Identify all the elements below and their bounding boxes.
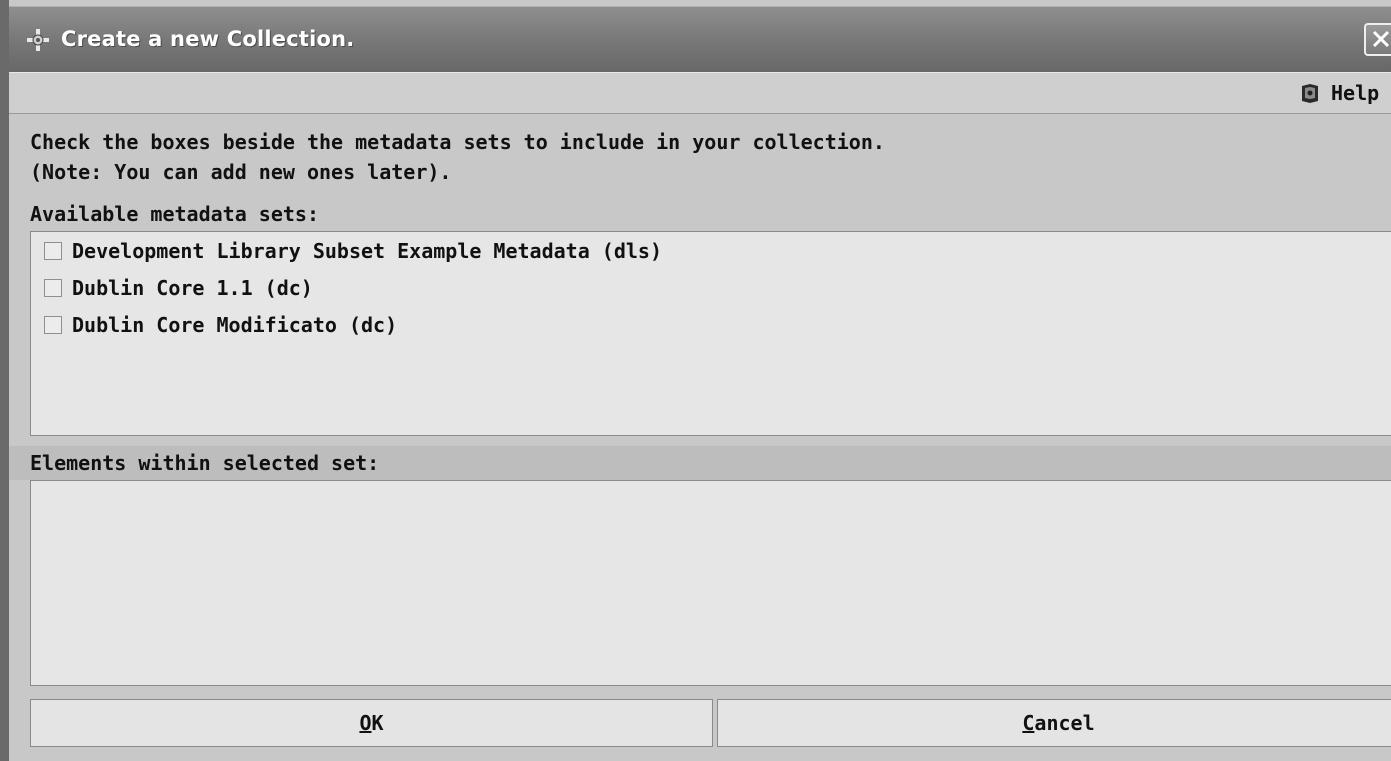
cancel-label-rest: ancel — [1034, 711, 1095, 735]
checkbox-dc-modificato[interactable] — [44, 315, 62, 334]
app-icon — [27, 29, 49, 51]
instructions-line-1: Check the boxes beside the metadata sets… — [30, 130, 885, 154]
list-item[interactable]: Development Library Subset Example Metad… — [31, 232, 1391, 269]
available-sets-list[interactable]: Development Library Subset Example Metad… — [30, 231, 1391, 436]
cancel-button[interactable]: Cancel — [717, 699, 1391, 747]
checkbox-dls[interactable] — [44, 241, 62, 260]
window-title: Create a new Collection. — [61, 27, 355, 51]
list-item-label: Development Library Subset Example Metad… — [72, 238, 663, 263]
help-bar: Help — [9, 72, 1391, 114]
list-item-label: Dublin Core Modificato (dc) — [72, 312, 398, 337]
close-button[interactable] — [1364, 23, 1391, 56]
create-collection-dialog: Create a new Collection. Help Check the … — [0, 0, 1391, 761]
instructions-text: Check the boxes beside the metadata sets… — [30, 127, 885, 187]
instructions-line-2: (Note: You can add new ones later). — [30, 160, 452, 184]
cancel-mnemonic: C — [1022, 711, 1035, 735]
elements-list[interactable] — [30, 480, 1391, 686]
ok-mnemonic: O — [359, 711, 372, 735]
list-item[interactable]: Dublin Core Modificato (dc) — [31, 306, 1391, 343]
list-item-label: Dublin Core 1.1 (dc) — [72, 275, 313, 300]
help-button[interactable]: Help — [1299, 79, 1379, 107]
ok-label-rest: K — [371, 711, 384, 735]
title-bar[interactable]: Create a new Collection. — [9, 6, 1391, 73]
list-item[interactable]: Dublin Core 1.1 (dc) — [31, 269, 1391, 306]
help-label: Help — [1331, 81, 1380, 105]
ok-button[interactable]: OK — [30, 699, 713, 747]
elements-label: Elements within selected set: — [30, 451, 380, 475]
checkbox-dc[interactable] — [44, 278, 62, 297]
available-sets-label: Available metadata sets: — [30, 202, 319, 226]
close-icon — [1372, 30, 1390, 48]
help-book-icon — [1302, 84, 1318, 103]
